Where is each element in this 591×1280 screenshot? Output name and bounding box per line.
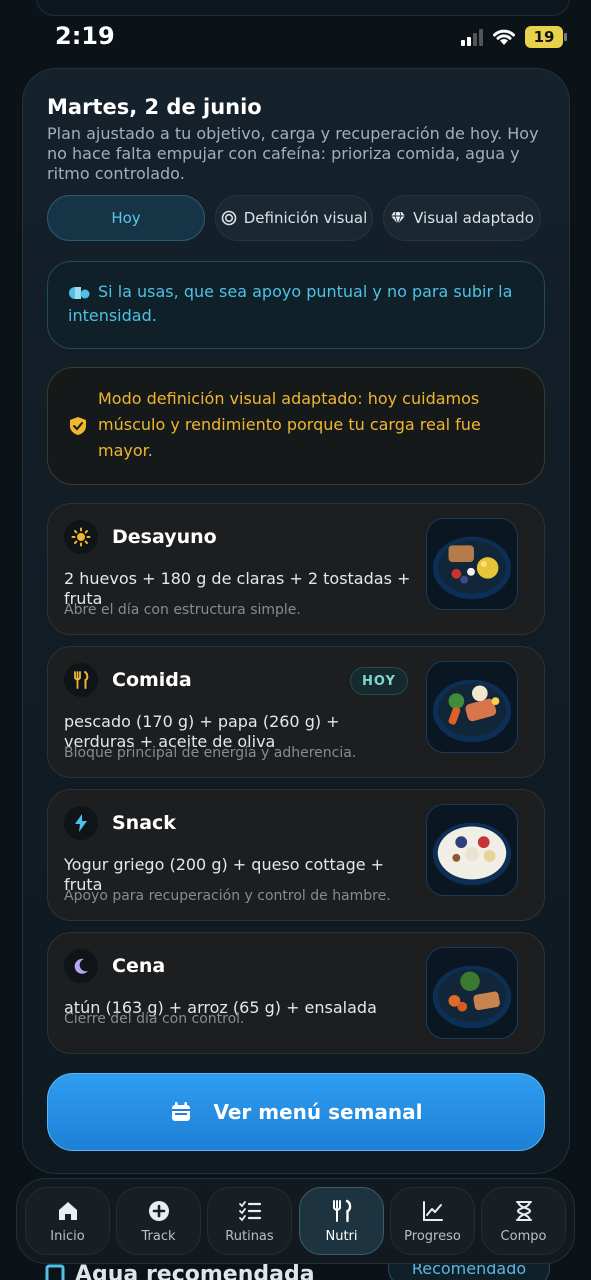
meal-note: Bloque principal de energía y adherencia…	[64, 745, 357, 761]
meal-photo	[426, 518, 518, 610]
meal-card-snack[interactable]: Snack Yogur griego (200 g) + queso cotta…	[47, 789, 545, 921]
meal-note: Apoyo para recuperación y control de ham…	[64, 888, 391, 904]
meal-photo	[426, 947, 518, 1039]
signal-icon	[461, 28, 483, 46]
sun-icon	[71, 527, 91, 547]
nav-label: Track	[141, 1228, 176, 1244]
chart-icon	[422, 1200, 443, 1221]
dna-icon	[515, 1200, 532, 1221]
plan-subtitle: Plan ajustado a tu objetivo, carga y rec…	[47, 124, 539, 183]
home-icon	[58, 1201, 77, 1220]
status-icons: 19	[461, 26, 567, 48]
weekly-menu-label: Ver menú semanal	[213, 1100, 423, 1124]
status-time: 2:19	[55, 22, 115, 50]
status-bar: 2:19 19	[0, 0, 591, 70]
utensils-icon	[74, 671, 89, 689]
utensils-icon	[332, 1199, 351, 1222]
nav-label: Inicio	[50, 1228, 85, 1244]
plan-tabs: Hoy Definición visual Visual adaptado	[47, 195, 541, 241]
nav-label: Progreso	[404, 1228, 461, 1244]
meal-icon-container	[64, 520, 98, 554]
nav-item-rutinas[interactable]: Rutinas	[207, 1187, 292, 1255]
water-section-title: Agua recomendada	[45, 1262, 315, 1280]
meal-icon-container	[64, 663, 98, 697]
nav-item-progreso[interactable]: Progreso	[390, 1187, 475, 1255]
meal-title: Comida	[112, 669, 192, 691]
checklist-icon	[238, 1200, 261, 1221]
diamond-icon	[391, 211, 406, 226]
nav-label: Compo	[500, 1228, 547, 1244]
meal-card-comida[interactable]: Comida HOY pescado (170 g) + papa (260 g…	[47, 646, 545, 778]
meal-photo	[426, 661, 518, 753]
nutrition-plan-card: Martes, 2 de junio Plan ajustado a tu ob…	[22, 68, 570, 1174]
meal-card-desayuno[interactable]: Desayuno 2 huevos + 180 g de claras + 2 …	[47, 503, 545, 635]
plus-circle-icon	[148, 1200, 169, 1221]
weekly-menu-button[interactable]: Ver menú semanal	[47, 1073, 545, 1151]
battery-icon: 19	[525, 26, 567, 48]
today-badge: HOY	[350, 667, 408, 695]
tab-label: Visual adaptado	[413, 209, 534, 227]
meal-title: Snack	[112, 812, 176, 834]
nav-item-track[interactable]: Track	[116, 1187, 201, 1255]
bolt-icon	[75, 814, 87, 832]
wifi-icon	[493, 29, 515, 45]
caffeine-info-banner: Si la usas, que sea apoyo puntual y no p…	[47, 261, 545, 349]
info-banner-text: Si la usas, que sea apoyo puntual y no p…	[68, 282, 513, 325]
tab-label: Hoy	[111, 209, 141, 227]
meal-note: Cierre del día con control.	[64, 1011, 245, 1027]
target-icon	[221, 210, 237, 226]
meal-title: Cena	[112, 955, 166, 977]
meal-icon-container	[64, 806, 98, 840]
nav-item-nutri[interactable]: Nutri	[299, 1187, 384, 1255]
nav-label: Rutinas	[225, 1228, 274, 1244]
meal-note: Abre el día con estructura simple.	[64, 602, 301, 618]
moon-icon	[74, 958, 88, 974]
tab-hoy[interactable]: Hoy	[47, 195, 205, 241]
page-title: Martes, 2 de junio	[47, 95, 262, 119]
tab-definicion-visual[interactable]: Definición visual	[215, 195, 373, 241]
nav-item-compo[interactable]: Compo	[481, 1187, 566, 1255]
pill-icon	[69, 286, 90, 299]
meal-icon-container	[64, 949, 98, 983]
calendar-icon	[172, 1102, 191, 1121]
tab-visual-adaptado[interactable]: Visual adaptado	[383, 195, 541, 241]
meal-card-cena[interactable]: Cena atún (163 g) + arroz (65 g) + ensal…	[47, 932, 545, 1054]
warn-banner-text: Modo definición visual adaptado: hoy cui…	[98, 389, 481, 460]
bottom-nav: Inicio Track Rutinas Nutri Progreso Comp…	[16, 1178, 575, 1264]
nav-item-inicio[interactable]: Inicio	[25, 1187, 110, 1255]
shield-icon	[70, 417, 86, 435]
meal-title: Desayuno	[112, 526, 217, 548]
water-icon	[45, 1264, 65, 1280]
adapted-mode-banner: Modo definición visual adaptado: hoy cui…	[47, 367, 545, 485]
nav-label: Nutri	[325, 1228, 358, 1244]
tab-label: Definición visual	[243, 209, 368, 227]
meal-photo	[426, 804, 518, 896]
